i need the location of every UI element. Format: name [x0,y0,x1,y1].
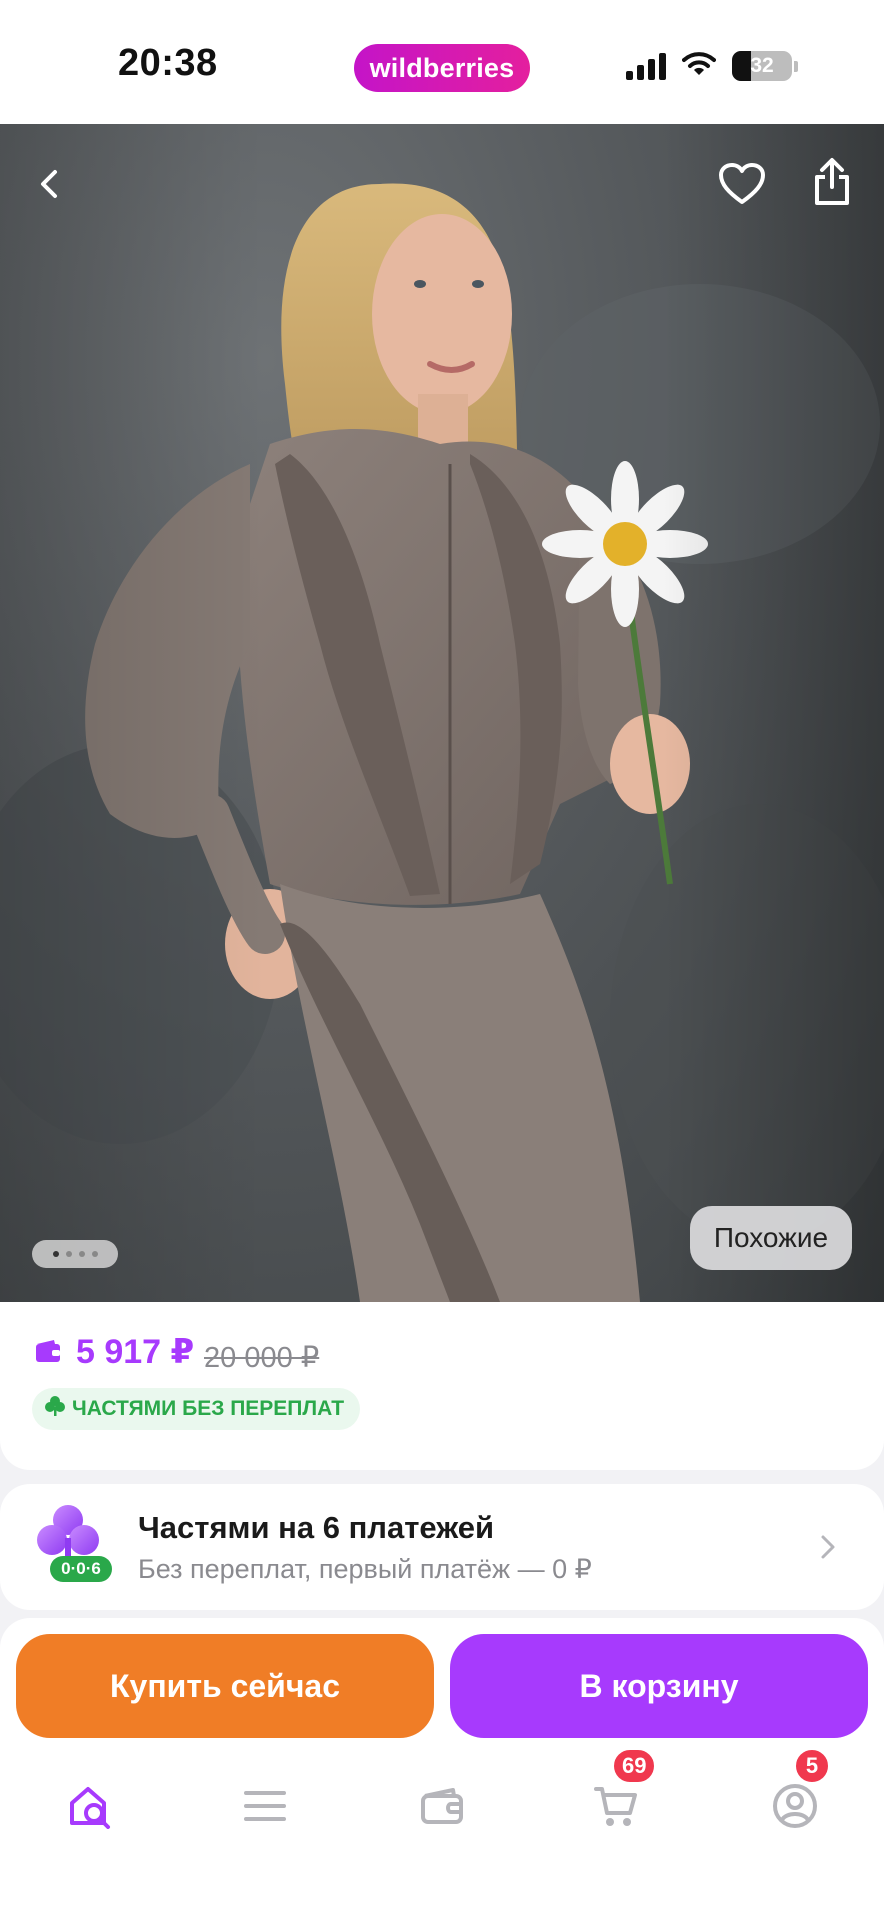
clover-icon [44,1395,66,1423]
cart-count-badge: 69 [612,1748,657,1784]
bottom-panel: Купить сейчас В корзину 69 5 [0,1618,884,1920]
pager-dot [52,1251,59,1257]
status-bar: 20:38 wildberries 32 [0,0,884,124]
wallet-icon [34,1338,62,1369]
signal-icon [626,52,666,80]
pager-dot [65,1251,72,1257]
installments-badge-label: ЧАСТЯМИ БЕЗ ПЕРЕПЛАТ [72,1397,345,1420]
status-time: 20:38 [118,42,218,84]
profile-notification-badge: 5 [794,1748,830,1784]
chevron-right-icon [818,1532,838,1567]
price-card: 5 917 ₽ 20 000 ₽ ЧАСТЯМИ БЕЗ ПЕРЕПЛАТ [0,1302,884,1470]
status-icons: 32 [626,46,798,86]
heart-icon[interactable] [710,152,774,216]
screen: 20:38 wildberries 32 Похожие 5 917 ₽ 20 … [0,0,884,1920]
pager-dot [78,1251,85,1257]
back-icon[interactable] [18,152,82,216]
wifi-icon [682,51,716,82]
split-payment-card[interactable]: 0·0·6 Частями на 6 платежей Без переплат… [0,1484,884,1610]
battery-level: 32 [750,54,774,77]
menu-icon [243,1788,287,1829]
wallet-icon [419,1786,465,1831]
pager-dot [91,1251,98,1257]
current-price: 5 917 ₽ [76,1333,195,1371]
cart-icon [592,1783,640,1834]
brand-pill[interactable]: wildberries [354,44,530,92]
installments-badge[interactable]: ЧАСТЯМИ БЕЗ ПЕРЕПЛАТ [32,1388,361,1430]
split-badge: 0·0·6 [50,1556,112,1582]
similar-button[interactable]: Похожие [690,1206,852,1270]
battery-icon: 32 [732,51,798,81]
product-image[interactable] [0,124,884,1302]
split-title: Частями на 6 платежей [138,1510,495,1545]
tab-home-search[interactable] [50,1768,130,1848]
tab-wallet[interactable] [402,1768,482,1848]
tab-catalog[interactable] [225,1768,305,1848]
buy-now-button[interactable]: Купить сейчас [16,1634,434,1738]
share-icon[interactable] [800,150,864,214]
old-price: 20 000 ₽ [204,1342,320,1374]
home-search-icon [66,1783,114,1834]
tab-bar: 69 5 [0,1748,884,1868]
profile-icon [771,1782,819,1835]
split-subtitle: Без переплат, первый платёж — 0 ₽ [138,1554,592,1584]
image-pager[interactable] [32,1240,118,1268]
add-to-cart-button[interactable]: В корзину [450,1634,868,1738]
